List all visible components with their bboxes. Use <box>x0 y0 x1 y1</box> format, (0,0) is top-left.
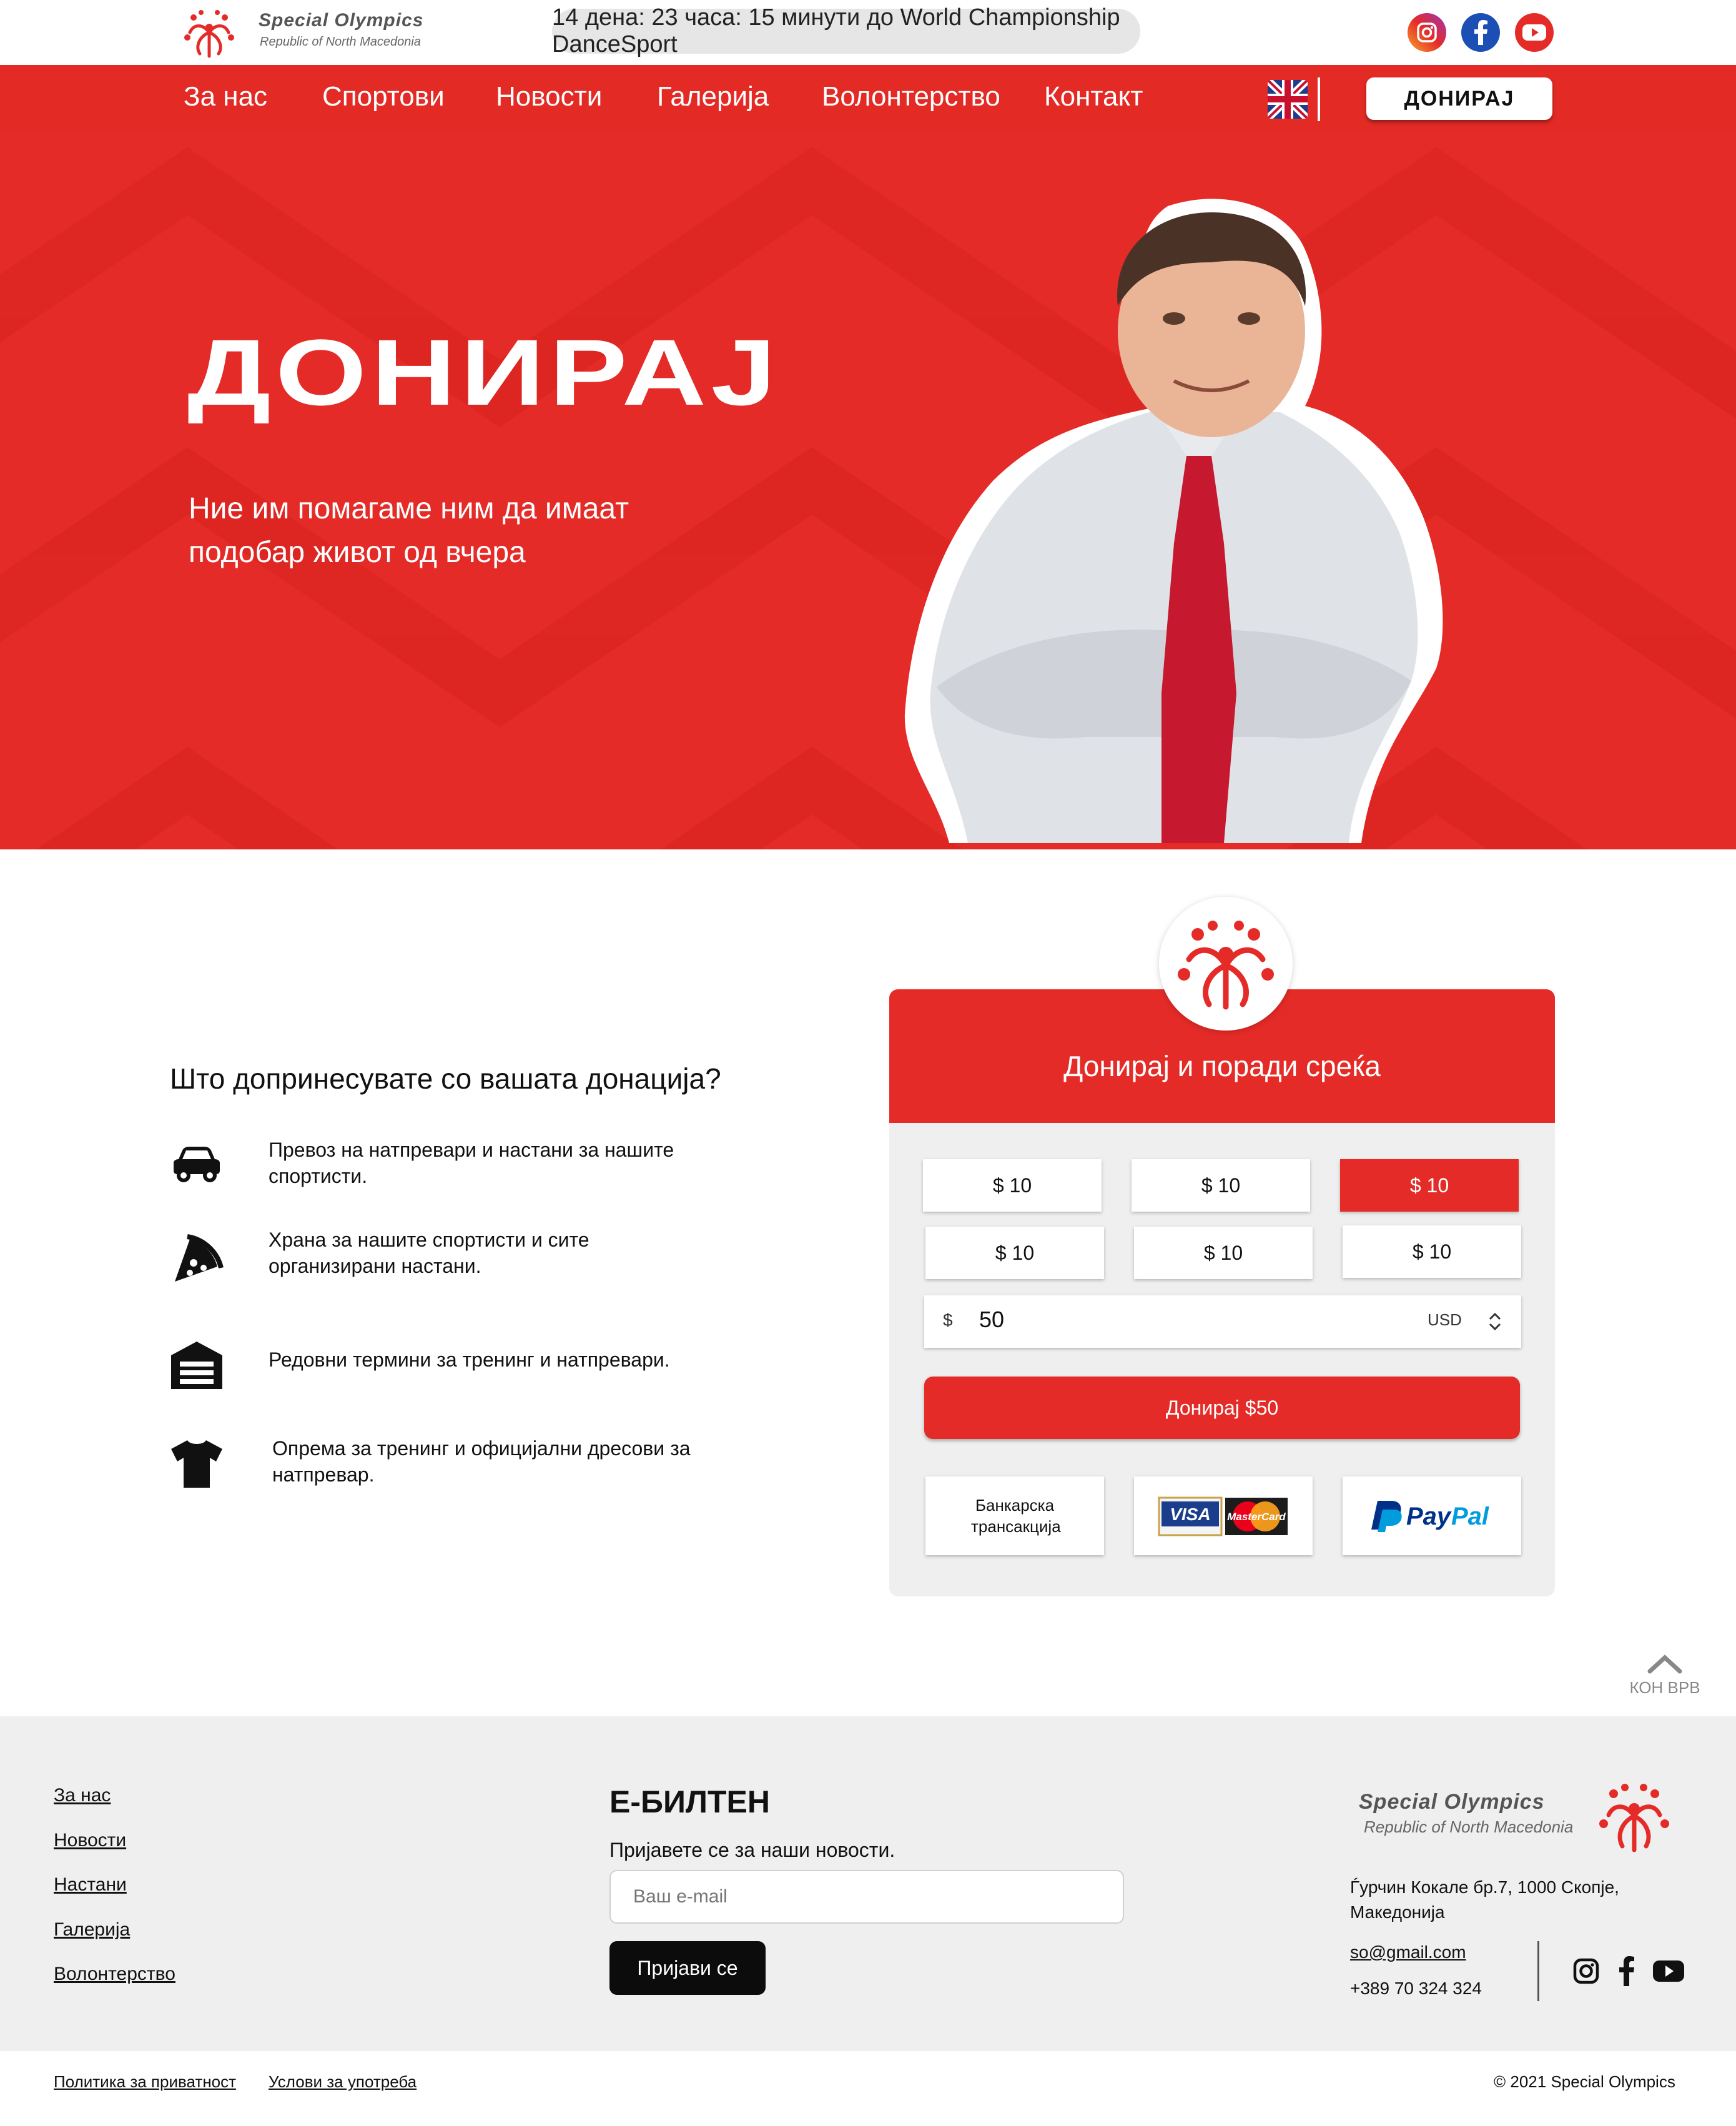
amount-option[interactable]: $ 10 <box>923 1159 1102 1212</box>
hero-subtitle: Ние им помагаме ним да имаат подобар жив… <box>189 492 629 569</box>
back-to-top-button[interactable]: КОН ВРВ <box>1621 1653 1709 1703</box>
garage-icon <box>171 1342 222 1389</box>
amount-option[interactable]: $ 10 <box>925 1227 1104 1279</box>
card-payment-option[interactable]: VISA MasterCard <box>1134 1476 1313 1555</box>
countdown-banner: 14 дена: 23 часа: 15 минути до World Cha… <box>552 4 1140 57</box>
footer-bottom-bar <box>0 2051 1736 2126</box>
newsletter-title: Е-БИЛТЕН <box>609 1784 770 1819</box>
footer-link-about[interactable]: За нас <box>54 1785 111 1806</box>
instagram-icon[interactable] <box>1572 1957 1600 1985</box>
footer-link-volunteering[interactable]: Волонтерство <box>54 1964 175 1985</box>
privacy-policy-link[interactable]: Политика за приватност <box>54 2072 236 2092</box>
benefit-text: Опрема за тренинг и официјални дресови з… <box>272 1437 691 1486</box>
site-logo[interactable]: Special Olympics Republic of North Maced… <box>181 5 450 60</box>
footer-divider <box>1537 1941 1539 2001</box>
currency-symbol: $ <box>943 1310 953 1330</box>
mastercard-label: MasterCard <box>1227 1511 1286 1523</box>
newsletter-subtitle: Пријавете се за наши новости. <box>609 1839 895 1861</box>
custom-amount-field[interactable]: $ 50 USD <box>924 1295 1521 1348</box>
special-olympics-emblem-icon <box>1599 1784 1669 1852</box>
donation-card-logo <box>1159 897 1293 1031</box>
newsletter-email-input[interactable] <box>609 1870 1124 1924</box>
facebook-icon[interactable] <box>1619 1956 1635 1986</box>
footer-link-gallery[interactable]: Галерија <box>54 1919 130 1941</box>
footer-address: Ѓурчин Кокале бр.7, 1000 Скопје, Македон… <box>1350 1877 1619 1922</box>
athlete-photo <box>904 199 1443 843</box>
subscribe-button[interactable]: Пријави се <box>609 1941 766 1995</box>
car-icon <box>174 1147 220 1182</box>
instagram-icon[interactable] <box>1408 13 1446 52</box>
paypal-pay-label: Pay <box>1406 1503 1452 1530</box>
custom-amount-value[interactable]: 50 <box>979 1307 1004 1333</box>
footer-email-link[interactable]: so@gmail.com <box>1350 1942 1466 1962</box>
nav-divider <box>1318 77 1320 121</box>
benefits-title: Што допринесувате со вашата донација? <box>170 1062 721 1095</box>
bank-transfer-option[interactable]: Банкарска трансакција <box>925 1476 1104 1555</box>
nav-item-news[interactable]: Новости <box>496 81 602 112</box>
countdown-text: 14 дена: 23 часа: 15 минути до World Cha… <box>552 4 1120 57</box>
footer-link-events[interactable]: Настани <box>54 1874 127 1896</box>
youtube-icon[interactable] <box>1652 1960 1685 1982</box>
footer-phone: +389 70 324 324 <box>1350 1979 1482 1998</box>
hero-title: ДОНИРАЈ <box>187 320 781 425</box>
nav-item-gallery[interactable]: Галерија <box>657 81 769 112</box>
footer-logo-wordmark: Special Olympics <box>1359 1790 1545 1814</box>
benefit-item: Храна за нашите спортисти и сите организ… <box>169 1227 793 1295</box>
benefit-item: Редовни термини за тренинг и натпревари. <box>169 1337 793 1405</box>
amount-option[interactable]: $ 10 <box>1134 1227 1313 1279</box>
benefit-item: Опрема за тренинг и официјални дресови з… <box>169 1435 793 1504</box>
footer-logo[interactable]: Special Olympics Republic of North Maced… <box>1355 1777 1680 1852</box>
donation-card-title: Донирај и поради среќа <box>1063 1050 1381 1082</box>
benefit-item: Превоз на натпревари и настани за нашите… <box>169 1137 793 1205</box>
youtube-icon[interactable] <box>1515 13 1554 52</box>
tshirt-icon <box>171 1440 222 1488</box>
footer-logo-subtitle: Republic of North Macedonia <box>1364 1817 1574 1836</box>
back-to-top-label: КОН ВРВ <box>1629 1678 1700 1697</box>
benefit-text: Редовни термини за тренинг и натпревари. <box>269 1348 670 1371</box>
amount-option-selected[interactable]: $ 10 <box>1340 1159 1519 1212</box>
currency-code: USD <box>1428 1310 1462 1329</box>
chevron-up-icon <box>1647 1654 1682 1674</box>
special-olympics-emblem-icon <box>184 10 234 58</box>
amount-option[interactable]: $ 10 <box>1343 1225 1521 1278</box>
benefit-text: Храна за нашите спортисти и сите организ… <box>269 1229 589 1277</box>
paypal-icon: Pay Pal <box>1371 1501 1489 1532</box>
nav-item-contact[interactable]: Контакт <box>1044 81 1143 112</box>
amount-option[interactable]: $ 10 <box>1132 1159 1310 1212</box>
benefit-text: Превоз на натпревари и настани за нашите… <box>269 1139 674 1187</box>
bank-transfer-label: Банкарска трансакција <box>971 1496 1061 1536</box>
nav-item-sports[interactable]: Спортови <box>322 81 445 112</box>
visa-mastercard-icon: VISA MasterCard <box>1158 1496 1288 1536</box>
nav-item-volunteering[interactable]: Волонтерство <box>822 81 1000 112</box>
hero-banner: ДОНИРАЈ Ние им помагаме ним да имаат под… <box>0 131 1736 849</box>
visa-label: VISA <box>1170 1505 1210 1524</box>
donate-nav-button[interactable]: ДОНИРАЈ <box>1366 77 1552 120</box>
terms-of-use-link[interactable]: Услови за употреба <box>269 2072 417 2092</box>
paypal-option[interactable]: Pay Pal <box>1343 1476 1521 1555</box>
logo-subtitle: Republic of North Macedonia <box>260 35 421 49</box>
pizza-icon <box>175 1234 224 1282</box>
paypal-pal-label: Pal <box>1451 1503 1489 1530</box>
donate-submit-button[interactable]: Донирај $50 <box>924 1377 1520 1439</box>
copyright-text: © 2021 Special Olympics <box>1494 2072 1675 2091</box>
facebook-icon[interactable] <box>1461 13 1500 52</box>
nav-item-about[interactable]: За нас <box>184 81 267 112</box>
logo-wordmark: Special Olympics <box>259 10 424 31</box>
stepper-icon[interactable] <box>1487 1309 1502 1334</box>
uk-flag-icon[interactable] <box>1268 80 1308 119</box>
footer-link-news[interactable]: Новости <box>54 1830 126 1851</box>
special-olympics-emblem-icon <box>1178 921 1274 1010</box>
